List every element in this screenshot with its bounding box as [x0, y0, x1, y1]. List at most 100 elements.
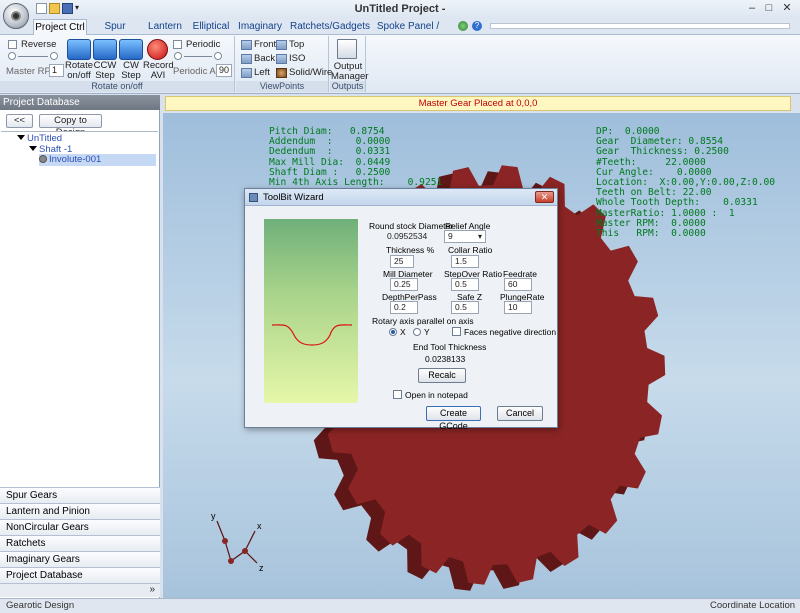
tab-spoke-panel[interactable]: Spoke Panel / Diags — [370, 19, 446, 47]
back-view-icon[interactable] — [241, 54, 252, 64]
round-stock-label: Round stock Diameter — [369, 221, 454, 231]
outputs-group: Output Manager Outputs — [330, 36, 369, 92]
nav-ratchets[interactable]: Ratchets — [0, 535, 160, 551]
viewpoints-group: Front Top Back ISO Left Solid/Wire ViewP… — [236, 36, 332, 92]
gear-node-icon — [39, 155, 47, 163]
ccw-button-label[interactable]: CCW Step — [92, 61, 118, 81]
periodic-label: Periodic — [186, 39, 221, 50]
close-button[interactable]: ✕ — [780, 2, 794, 15]
status-message: Master Gear Placed at 0,0,0 — [165, 96, 791, 111]
axis-x-label: x — [257, 521, 262, 531]
rotate-button-label[interactable]: Rotate on/off — [64, 61, 94, 81]
cw-arrow-icon[interactable] — [119, 39, 143, 60]
ccw-arrow-icon[interactable] — [93, 39, 117, 60]
rotate-icon[interactable] — [67, 39, 91, 60]
axis-x-label: X — [400, 327, 406, 337]
rotate-group: Reverse Master RPM 1 Rotate on/off CCW S… — [0, 36, 235, 92]
tab-lantern[interactable]: Lantern — [146, 19, 184, 35]
status-bar: Gearotic Design Coordinate Location — [0, 598, 800, 613]
open-notepad-checkbox[interactable] — [393, 390, 402, 399]
front-view-button[interactable]: Front — [254, 39, 276, 50]
iso-view-button[interactable]: ISO — [289, 53, 305, 64]
help-icon[interactable]: ? — [472, 21, 482, 31]
periodic-checkbox[interactable] — [173, 40, 182, 49]
nav-project-database[interactable]: Project Database — [0, 567, 160, 583]
dialog-close-button[interactable]: ✕ — [535, 191, 554, 203]
relief-angle-select[interactable]: 9 ▾ — [444, 230, 486, 243]
nav-lantern-pinion[interactable]: Lantern and Pinion — [0, 503, 160, 519]
cancel-button[interactable]: Cancel — [497, 406, 543, 421]
left-view-button[interactable]: Left — [254, 67, 270, 78]
feedrate-input[interactable]: 60 — [504, 278, 532, 291]
globe-icon[interactable] — [458, 21, 468, 31]
dialog-title-bar: ToolBit Wizard ✕ — [245, 189, 557, 206]
periodic-slider[interactable] — [174, 52, 224, 60]
top-view-icon[interactable] — [276, 40, 287, 50]
tab-elliptical[interactable]: Elliptical — [190, 19, 232, 35]
record-icon[interactable] — [147, 39, 168, 60]
solid-wire-button[interactable]: Solid/Wire — [289, 67, 332, 78]
recalc-button[interactable]: Recalc — [418, 368, 466, 383]
maximize-button[interactable]: □ — [762, 2, 776, 15]
depth-per-pass-input[interactable]: 0.2 — [390, 301, 418, 314]
cw-button-label[interactable]: CW Step — [118, 61, 144, 81]
nav-noncircular-gears[interactable]: NonCircular Gears — [0, 519, 160, 535]
collapse-button[interactable]: << — [6, 114, 33, 128]
copy-to-design-button[interactable]: Copy to Design — [39, 114, 102, 138]
tab-project-ctrl[interactable]: Project Ctrl — [33, 19, 87, 35]
expand-icon[interactable] — [17, 135, 25, 140]
window-title: UnTitled Project - — [354, 3, 446, 15]
rotary-axis-label: Rotary axis parallel on axis — [372, 316, 474, 326]
toolbit-wizard-dialog: ToolBit Wizard ✕ Round stock Diameter 0.… — [244, 188, 558, 431]
rpm-slider[interactable] — [8, 52, 60, 60]
ribbon-body: Reverse Master RPM 1 Rotate on/off CCW S… — [0, 35, 800, 94]
reverse-checkbox[interactable] — [8, 40, 17, 49]
left-view-icon[interactable] — [241, 68, 252, 78]
mill-diameter-input[interactable]: 0.25 — [390, 278, 418, 291]
nav-overflow-button[interactable]: » — [0, 583, 160, 597]
output-manager-icon[interactable] — [337, 39, 357, 59]
project-database-panel: Project Database << Copy to Design UnTit… — [0, 95, 160, 598]
solid-wire-icon[interactable] — [276, 68, 287, 78]
chevron-down-icon: ▾ — [477, 232, 482, 241]
faces-negative-checkbox[interactable] — [452, 327, 461, 336]
ribbon-tab-row: Project Ctrl Spur Gears Lantern Elliptic… — [0, 18, 800, 47]
periodic-ang-input[interactable]: 90 — [216, 64, 232, 77]
status-coordinate-location: Coordinate Location — [710, 600, 796, 611]
expand-icon[interactable] — [29, 146, 37, 151]
toolbit-preview — [264, 219, 358, 403]
application-menu-button[interactable] — [3, 3, 29, 29]
round-stock-input[interactable]: 0.0952534 — [384, 231, 432, 244]
rotate-group-label: Rotate on/off — [0, 81, 234, 92]
axis-y-label: y — [211, 511, 216, 521]
safe-z-input[interactable]: 0.5 — [451, 301, 479, 314]
master-rpm-input[interactable]: 1 — [49, 64, 64, 77]
axis-x-radio[interactable] — [389, 328, 397, 336]
nav-imaginary-gears[interactable]: Imaginary Gears — [0, 551, 160, 567]
tab-imaginary[interactable]: Imaginary — [238, 19, 282, 35]
tree-gear-selected[interactable]: Involute-001 — [39, 154, 156, 166]
dialog-title: ToolBit Wizard — [263, 192, 324, 203]
record-button-label[interactable]: Record AVI — [143, 61, 174, 81]
create-gcode-button[interactable]: Create GCode — [426, 406, 481, 431]
plunge-rate-input[interactable]: 10 — [504, 301, 532, 314]
stepover-ratio-input[interactable]: 0.5 — [451, 278, 479, 291]
thickness-input[interactable]: 25 — [390, 255, 414, 268]
back-view-button[interactable]: Back — [254, 53, 275, 64]
output-manager-button[interactable]: Output Manager — [331, 62, 369, 82]
thickness-label: Thickness % — [386, 245, 435, 255]
tab-ratchets-gadgets[interactable]: Ratchets/Gadgets — [290, 19, 370, 35]
front-view-icon[interactable] — [241, 40, 252, 50]
end-tool-thickness-label: End Tool Thickness — [413, 342, 487, 352]
end-tool-thickness-value: 0.0238133 — [425, 354, 466, 364]
iso-view-icon[interactable] — [276, 54, 287, 64]
info-line: Min 4th Axis Length: 0.9251 — [269, 177, 443, 188]
nav-spur-gears[interactable]: Spur Gears — [0, 487, 160, 503]
collar-ratio-label: Collar Ratio — [448, 245, 493, 255]
top-view-button[interactable]: Top — [289, 39, 304, 50]
collar-ratio-input[interactable]: 1.5 — [451, 255, 479, 268]
tab-spur-gears[interactable]: Spur Gears — [90, 19, 140, 47]
title-bar: ▾ UnTitled Project - – □ ✕ — [0, 0, 800, 18]
minimize-button[interactable]: – — [745, 2, 759, 15]
axis-y-radio[interactable] — [413, 328, 421, 336]
